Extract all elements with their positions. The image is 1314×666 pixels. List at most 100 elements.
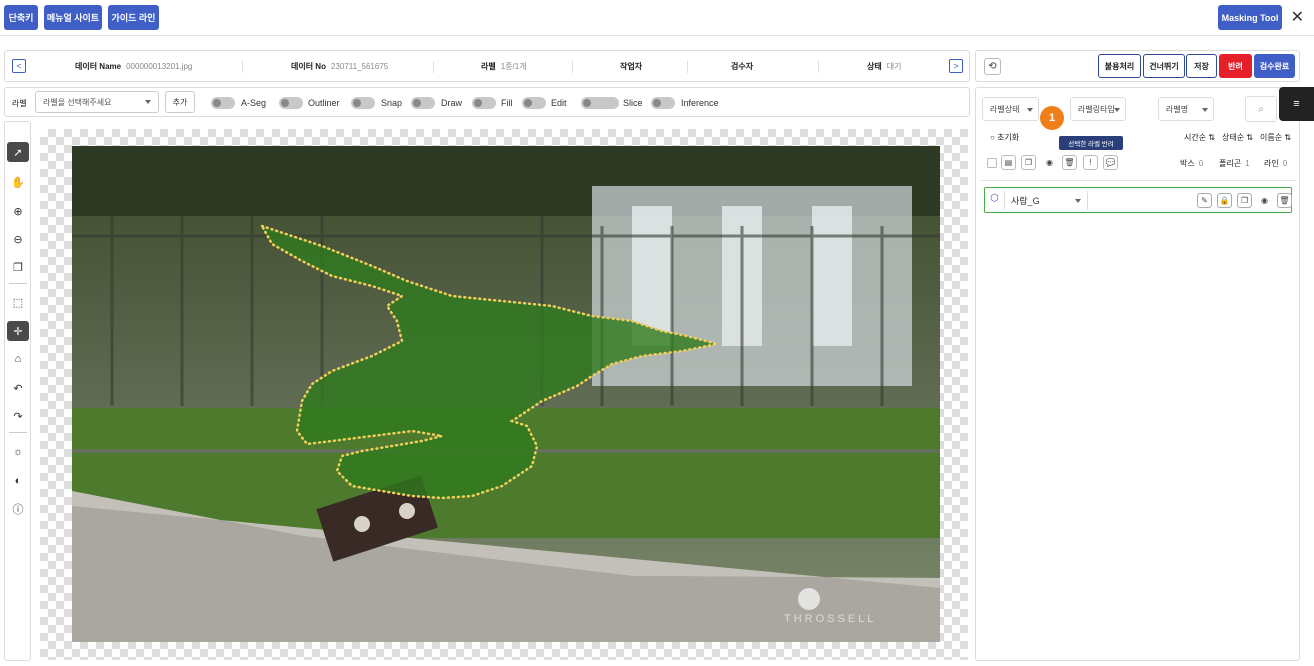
undo-icon[interactable]: ↶ bbox=[7, 378, 29, 398]
clipboard-icon[interactable]: ▤ bbox=[1001, 155, 1016, 170]
label-status-filter[interactable]: 라벨상태 bbox=[982, 97, 1039, 121]
label-count-field: 라벨 1종/1개 bbox=[481, 61, 527, 72]
toggle-inference-label: Inference bbox=[681, 98, 719, 108]
sort-by-name[interactable]: 이름순 ⇅ bbox=[1260, 132, 1291, 143]
box-count-label: 박스 bbox=[1180, 159, 1195, 168]
label-count-value: 1종/1개 bbox=[500, 62, 527, 71]
skip-button[interactable]: 건너뛰기 bbox=[1143, 54, 1185, 78]
copy-icon[interactable]: ❐ bbox=[1021, 155, 1036, 170]
sort-by-status[interactable]: 상태순 ⇅ bbox=[1222, 132, 1253, 143]
toggle-a-seg[interactable] bbox=[211, 97, 235, 109]
polygon-count: 폴리곤 1 bbox=[1219, 158, 1250, 169]
sort-by-time-label: 시간순 bbox=[1184, 133, 1207, 142]
reset-label: 초기화 bbox=[997, 133, 1020, 142]
select-pointer-icon[interactable]: ➚ bbox=[7, 142, 29, 162]
label-select[interactable]: 라벨을 선택해주세요 bbox=[35, 91, 159, 113]
polygon-count-label: 폴리곤 bbox=[1219, 159, 1242, 168]
shortcut-button[interactable]: 단축키 bbox=[4, 5, 38, 30]
toggle-outliner[interactable] bbox=[279, 97, 303, 109]
chevron-down-icon bbox=[1114, 108, 1120, 112]
panel-toggle-icon[interactable]: ≡ bbox=[1279, 87, 1314, 121]
lock-icon[interactable]: 🔒 bbox=[1217, 193, 1232, 208]
close-icon[interactable]: ✕ bbox=[1291, 7, 1304, 27]
divider bbox=[572, 61, 573, 73]
reject-label-icon[interactable]: ! bbox=[1083, 155, 1098, 170]
add-label-button[interactable]: 추가 bbox=[165, 91, 195, 113]
edit-label-icon[interactable]: ✎ bbox=[1197, 193, 1212, 208]
worker-label: 작업자 bbox=[620, 62, 643, 71]
data-no-label: 데이터 No bbox=[291, 62, 326, 71]
data-name-label: 데이터 Name bbox=[75, 62, 122, 71]
label-list-item[interactable]: ⬡ 사람_G ✎ 🔒 ❐ ◉ 🗑 bbox=[984, 187, 1292, 213]
data-no-value: 230711_561675 bbox=[330, 62, 389, 71]
next-data-button[interactable]: > bbox=[949, 59, 963, 73]
trash-icon[interactable]: 🗑 bbox=[1062, 155, 1077, 170]
data-name-value: 000000013201.jpg bbox=[126, 62, 193, 71]
polygon-count-value: 1 bbox=[1245, 159, 1250, 168]
sort-by-time[interactable]: 시간순 ⇅ bbox=[1184, 132, 1215, 143]
data-info-bar: < 데이터 Name 000000013201.jpg 데이터 No 230711_… bbox=[4, 50, 970, 82]
brightness-icon[interactable]: ☼ bbox=[7, 442, 29, 462]
search-icon[interactable]: ⌕ bbox=[1245, 96, 1277, 122]
crosshair-icon[interactable]: ✛ bbox=[7, 321, 29, 341]
toggle-snap[interactable] bbox=[351, 97, 375, 109]
labeling-type-filter[interactable]: 라벨링타입 bbox=[1070, 97, 1126, 121]
label-name-filter[interactable]: 라벨명 bbox=[1158, 97, 1214, 121]
data-name-field: 데이터 Name 000000013201.jpg bbox=[75, 61, 192, 72]
info-alert-icon[interactable]: ⓘ bbox=[7, 499, 29, 519]
toggle-inference[interactable] bbox=[651, 97, 675, 109]
label-title: 라벨 bbox=[12, 99, 27, 108]
chevron-down-icon bbox=[145, 100, 151, 104]
label-list-panel: 라벨상태 라벨링타입 라벨명 ⌕ ○ 초기화 시간순 ⇅ 상태순 ⇅ 이름순 ⇅… bbox=[975, 87, 1300, 661]
toggle-draw-label: Draw bbox=[441, 98, 463, 108]
zoom-out-icon[interactable]: ⊖ bbox=[7, 229, 29, 249]
redo-icon[interactable]: ↷ bbox=[7, 406, 29, 426]
box-count-value: 0 bbox=[1198, 159, 1204, 168]
eye-icon[interactable]: ◉ bbox=[1257, 193, 1272, 208]
select-all-checkbox[interactable] bbox=[987, 158, 997, 168]
guideline-button[interactable]: 가이드 라인 bbox=[108, 5, 159, 30]
save-button[interactable]: 저장 bbox=[1186, 54, 1217, 78]
manual-site-button[interactable]: 메뉴얼 사이트 bbox=[44, 5, 102, 30]
return-button[interactable]: 반려 bbox=[1219, 54, 1252, 78]
polygon-icon: ⬡ bbox=[990, 193, 999, 204]
select-box-icon[interactable]: ⬚ bbox=[7, 292, 29, 312]
line-count-label: 라인 bbox=[1264, 159, 1279, 168]
divider bbox=[818, 61, 819, 73]
trash-icon[interactable]: 🗑 bbox=[1277, 193, 1292, 208]
toggle-fill[interactable] bbox=[472, 97, 496, 109]
label-status-filter-text: 라벨상태 bbox=[990, 104, 1020, 114]
divider bbox=[687, 61, 688, 73]
status-field: 상태 대기 bbox=[867, 61, 901, 72]
toggle-draw[interactable] bbox=[411, 97, 435, 109]
masking-tool-button[interactable]: Masking Tool bbox=[1218, 5, 1282, 30]
step-number-badge: 1 bbox=[1040, 106, 1064, 130]
label-name-filter-text: 라벨명 bbox=[1166, 104, 1189, 114]
toggle-slice-label: Slice bbox=[623, 98, 643, 108]
sort-by-name-label: 이름순 bbox=[1260, 133, 1283, 142]
comment-icon[interactable]: 💬 bbox=[1103, 155, 1118, 170]
label-class-select[interactable]: 사람_G bbox=[1004, 191, 1088, 210]
toggle-fill-label: Fill bbox=[501, 98, 513, 108]
review-complete-button[interactable]: 검수완료 bbox=[1254, 54, 1295, 78]
history-icon[interactable]: ⟲ bbox=[984, 58, 1001, 75]
reviewer-label: 검수자 bbox=[731, 62, 754, 71]
copy-icon[interactable]: ❐ bbox=[1237, 193, 1252, 208]
tag-icon[interactable]: ⌂ bbox=[7, 349, 29, 369]
divider bbox=[9, 283, 27, 284]
reject-process-button[interactable]: 불용처리 bbox=[1098, 54, 1141, 78]
eye-icon[interactable]: ◉ bbox=[1042, 155, 1057, 170]
divider bbox=[9, 432, 27, 433]
annotation-canvas[interactable]: THROSSELL bbox=[40, 129, 968, 660]
divider bbox=[242, 61, 243, 73]
toggle-edit[interactable] bbox=[522, 97, 546, 109]
hand-pan-icon[interactable]: ✋ bbox=[7, 172, 29, 192]
toggle-slice[interactable] bbox=[581, 97, 619, 109]
reset-filter[interactable]: ○ 초기화 bbox=[990, 132, 1019, 143]
chevron-down-icon bbox=[1075, 199, 1081, 203]
zoom-in-icon[interactable]: ⊕ bbox=[7, 201, 29, 221]
copy-icon[interactable]: ❐ bbox=[7, 257, 29, 277]
prev-data-button[interactable]: < bbox=[12, 59, 26, 73]
chevron-down-icon bbox=[1027, 108, 1033, 112]
contrast-icon[interactable]: ◐ bbox=[7, 471, 29, 491]
